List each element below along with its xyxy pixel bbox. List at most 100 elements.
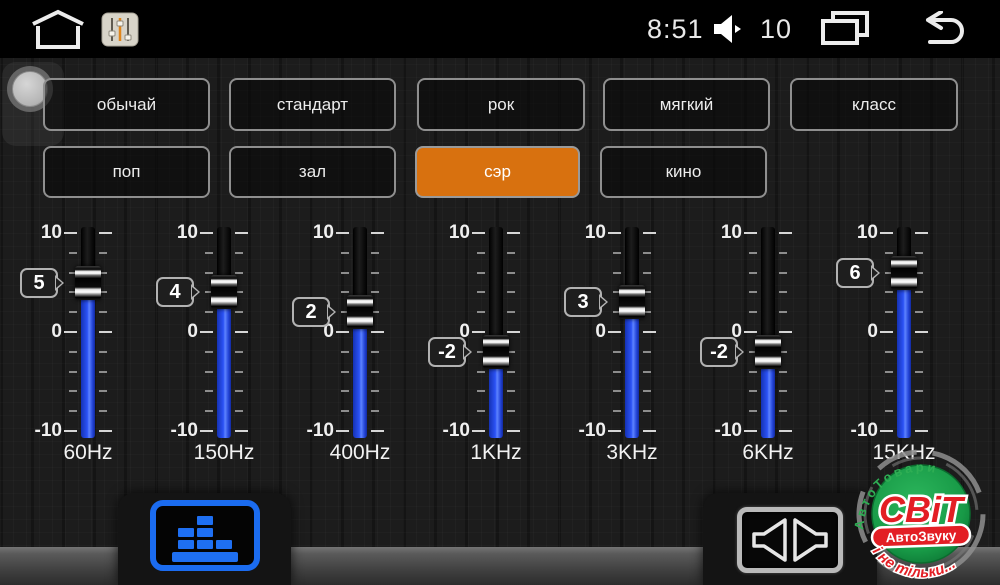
tick-mark [235,430,248,432]
tick-mark [608,232,621,234]
tick-mark [371,371,379,373]
value-bubble: -2 [700,337,738,367]
band-frequency-label: 3KHz [572,441,692,465]
tick-mark [643,232,656,234]
tick-mark [643,390,651,392]
home-icon[interactable] [30,0,86,58]
value-bubble: 5 [20,268,58,298]
tick-mark [477,291,485,293]
tick-mark [507,272,515,274]
tick-mark [749,252,757,254]
slider-fill [489,366,503,438]
tick-mark [477,252,485,254]
tick-mark [749,410,757,412]
tick-mark [885,351,893,353]
tick-mark [341,371,349,373]
equalizer-app-icon[interactable] [100,0,140,58]
tick-mark [477,272,485,274]
tick-mark [99,331,112,333]
tick-mark [235,232,248,234]
tick-mark [779,390,787,392]
tick-mark [64,430,77,432]
tick-mark [507,390,515,392]
band-frequency-label: 6KHz [708,441,828,465]
tick-mark [643,371,651,373]
preset-button-рок[interactable]: рок [417,78,585,131]
scale-label-mid: 0 [16,321,62,343]
scale-label-max: 10 [288,222,334,244]
tick-mark [507,291,515,293]
tick-mark [235,331,248,333]
svit-avtozvuku-watermark: АвтоТовари СВіТ АвтоЗвуку і не тільки... [845,446,997,585]
tick-mark [69,311,77,313]
slider-track[interactable] [761,227,775,352]
slider-thumb[interactable] [619,285,645,319]
back-icon[interactable] [916,0,968,58]
tick-mark [477,410,485,412]
tick-mark [643,430,656,432]
tick-mark [235,410,243,412]
tick-mark [371,351,379,353]
recent-apps-icon[interactable] [820,0,870,58]
scale-label-min: -10 [832,420,878,442]
tick-mark [341,351,349,353]
slider-thumb[interactable] [211,275,237,309]
preset-button-класс[interactable]: класс [790,78,958,131]
tick-mark [341,291,349,293]
tick-mark [749,311,757,313]
value-bubble: -2 [428,337,466,367]
slider-thumb[interactable] [891,256,917,290]
scale-label-max: 10 [696,222,742,244]
tick-mark [885,371,893,373]
equalizer-screen: 8:51 10 обычайстандартрокмягкийкласспопз… [0,0,1000,585]
tick-mark [915,430,928,432]
preset-button-кино[interactable]: кино [600,146,767,198]
tick-mark [885,291,893,293]
slider-fill [81,297,95,439]
tick-mark [880,232,893,234]
slider-thumb[interactable] [347,295,373,329]
slider-fill [761,366,775,438]
tick-mark [915,371,923,373]
preset-button-стандарт[interactable]: стандарт [229,78,396,131]
value-bubble: 2 [292,297,330,327]
tick-mark [608,331,621,333]
tick-mark [64,331,77,333]
slider-thumb[interactable] [483,335,509,369]
preset-button-зал[interactable]: зал [229,146,396,198]
tick-mark [205,390,213,392]
tick-mark [371,390,379,392]
tick-mark [371,410,379,412]
tick-mark [613,351,621,353]
tick-mark [749,390,757,392]
tick-mark [915,311,923,313]
slider-track[interactable] [489,227,503,352]
watermark-band-text: АвтоЗвуку [885,528,957,545]
preset-button-поп[interactable]: поп [43,146,210,198]
tick-mark [507,371,515,373]
tick-mark [235,371,243,373]
value-bubble: 4 [156,277,194,307]
tick-mark [341,252,349,254]
tick-mark [235,390,243,392]
scale-label-min: -10 [152,420,198,442]
tick-mark [341,272,349,274]
speakers-balance-icon[interactable] [737,507,843,573]
slider-thumb[interactable] [75,266,101,300]
tick-mark [205,410,213,412]
band-frequency-label: 60Hz [28,441,148,465]
tick-mark [235,252,243,254]
tick-mark [915,291,923,293]
preset-button-обычай[interactable]: обычай [43,78,210,131]
preset-button-сэр[interactable]: сэр [415,146,580,198]
equalizer-bars-icon[interactable] [150,500,260,571]
tick-mark [507,311,515,313]
preset-button-мягкий[interactable]: мягкий [603,78,770,131]
scale-label-min: -10 [288,420,334,442]
slider-fill [217,306,231,438]
tick-mark [643,331,656,333]
tick-mark [507,430,520,432]
tick-mark [507,410,515,412]
scale-label-max: 10 [424,222,470,244]
slider-thumb[interactable] [755,335,781,369]
